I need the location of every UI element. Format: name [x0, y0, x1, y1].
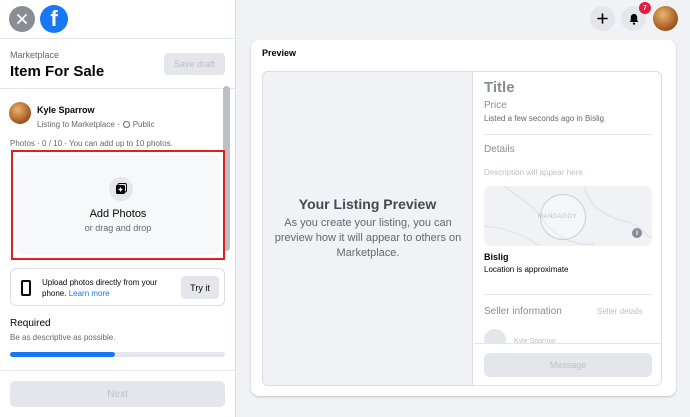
- facebook-logo-icon: f: [50, 6, 58, 31]
- phone-icon: [21, 280, 31, 296]
- breadcrumb[interactable]: Marketplace: [10, 50, 59, 60]
- seller-details-link: Seller details: [597, 307, 643, 316]
- location-approx: Location is approximate: [484, 265, 569, 274]
- preview-image-area: Your Listing Preview As you create your …: [263, 72, 473, 385]
- bell-icon: [629, 13, 638, 25]
- photos-count: Photos · 0 / 10 - You can add up to 10 p…: [10, 139, 173, 148]
- learn-more-link[interactable]: Learn more: [69, 289, 110, 298]
- required-title: Required: [10, 318, 51, 329]
- avatar: [9, 102, 31, 124]
- add-photos-inner[interactable]: Add Photos or drag and drop: [16, 155, 220, 255]
- seller-information-heading: Seller information: [484, 306, 562, 317]
- drag-drop-label: or drag and drop: [84, 223, 152, 233]
- preview-details: Title Price Listed a few seconds ago in …: [474, 72, 661, 385]
- create-button[interactable]: [590, 6, 615, 31]
- progress-fill: [10, 352, 116, 357]
- add-photo-icon: [109, 177, 133, 201]
- divider: [484, 294, 652, 295]
- try-it-button[interactable]: Try it: [181, 276, 219, 299]
- item-title: Title: [484, 79, 515, 96]
- item-price: Price: [484, 100, 507, 111]
- next-button[interactable]: Next: [10, 381, 225, 407]
- map-place-label: MANDAGOY: [538, 214, 578, 220]
- progress-bar: [10, 352, 225, 357]
- account-avatar[interactable]: [653, 6, 678, 31]
- divider: [0, 88, 236, 89]
- location-map: MANDAGOY i: [484, 186, 652, 246]
- preview-card: Preview Your Listing Preview As you crea…: [251, 40, 676, 396]
- close-button[interactable]: [9, 6, 35, 32]
- plus-icon: [597, 13, 608, 24]
- divider: [0, 38, 236, 39]
- listing-sidebar: f Marketplace Item For Sale Save draft K…: [0, 0, 236, 417]
- page-title: Item For Sale: [10, 63, 105, 80]
- listing-to-label: Listing to Marketplace ·: [37, 120, 120, 129]
- close-icon: [17, 14, 27, 24]
- save-draft-button[interactable]: Save draft: [164, 53, 225, 75]
- preview-frame: Your Listing Preview As you create your …: [262, 71, 662, 386]
- add-photos-label: Add Photos: [89, 208, 147, 220]
- divider: [484, 134, 652, 135]
- sidebar-topbar: f: [0, 0, 236, 38]
- listing-preview-title: Your Listing Preview: [298, 196, 437, 212]
- audience-label: Public: [132, 120, 155, 129]
- listed-time: Listed a few seconds ago in Bislig: [484, 114, 605, 123]
- notification-badge: 7: [639, 2, 651, 14]
- details-heading: Details: [484, 144, 515, 155]
- add-photos-dropzone[interactable]: Add Photos or drag and drop: [11, 150, 225, 260]
- location-name: Bislig: [484, 252, 509, 262]
- required-subtitle: Be as descriptive as possible.: [10, 333, 116, 342]
- description-placeholder: Description will appear here.: [484, 168, 585, 177]
- divider: [0, 370, 236, 371]
- upload-text: Upload photos directly from your phone. …: [42, 277, 182, 299]
- message-area: Message: [474, 343, 661, 385]
- globe-icon: [122, 121, 130, 128]
- phone-upload-box: Upload photos directly from your phone. …: [10, 268, 225, 306]
- preview-label: Preview: [262, 48, 297, 58]
- seller-name: Kyle Sparrow: [37, 105, 95, 115]
- message-button: Message: [484, 353, 652, 377]
- listing-audience: Listing to Marketplace · Public: [37, 120, 155, 129]
- listing-preview-description: As you create your listing, you can prev…: [274, 217, 462, 259]
- facebook-logo[interactable]: f: [40, 5, 68, 33]
- info-icon[interactable]: i: [632, 228, 642, 238]
